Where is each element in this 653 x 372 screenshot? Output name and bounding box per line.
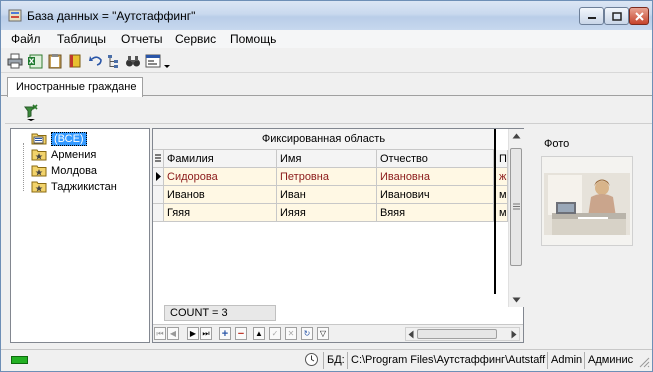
scroll-down-arrow-icon[interactable] xyxy=(512,297,521,303)
binoculars-icon[interactable] xyxy=(125,53,141,69)
column-header-first-name[interactable]: Имя xyxy=(277,150,377,168)
database-app-icon xyxy=(8,9,22,22)
photo-frame[interactable] xyxy=(541,156,633,246)
table-cell[interactable]: ж xyxy=(496,168,508,186)
scroll-right-arrow-icon[interactable] xyxy=(511,330,517,339)
clipboard-icon[interactable] xyxy=(47,53,63,69)
nav-last-icon[interactable]: ⏭ xyxy=(200,327,212,340)
menu-service[interactable]: Сервис xyxy=(175,32,216,46)
db-path: C:\Program Files\Аутстаффинг\Autstaff xyxy=(347,352,547,369)
row-indicator[interactable] xyxy=(153,204,164,222)
column-header-last-name[interactable]: Фамилия xyxy=(164,150,277,168)
nav-insert-icon[interactable]: + xyxy=(219,327,231,340)
table-cell[interactable]: м xyxy=(496,186,508,204)
folder-icon xyxy=(31,165,47,177)
main-window: База данных = "Аутстаффинг" Файл Таблицы… xyxy=(0,0,653,372)
nav-cancel-icon[interactable]: ✕ xyxy=(285,327,297,340)
table-cell[interactable]: Иван xyxy=(277,186,377,204)
table-cell[interactable]: Иванов xyxy=(164,186,277,204)
printer-icon[interactable] xyxy=(7,53,23,69)
nav-edit-icon[interactable]: ▲ xyxy=(253,327,265,340)
nav-next-icon[interactable]: ▶ xyxy=(187,327,199,340)
country-tree: (ВСЕ) Армения Молдова Таджикистан xyxy=(10,128,150,343)
nav-filter-icon[interactable]: ▽ xyxy=(317,327,329,340)
table-cell[interactable]: Петровна xyxy=(277,168,377,186)
table-cell[interactable]: Ияяя xyxy=(277,204,377,222)
close-button[interactable] xyxy=(629,7,649,25)
dropdown-arrow-icon[interactable] xyxy=(163,53,171,69)
user-role: Админис xyxy=(584,352,636,369)
scrollbar-thumb[interactable] xyxy=(510,148,522,266)
status-bar: БД: C:\Program Files\Аутстаффинг\Autstaf… xyxy=(1,349,652,371)
photo-label: Фото xyxy=(544,138,570,150)
tree-item-moldova[interactable]: Молдова xyxy=(31,163,97,178)
main-toolbar xyxy=(1,49,652,73)
horizontal-scrollbar-thumb[interactable] xyxy=(417,329,497,339)
menu-file[interactable]: Файл xyxy=(11,32,41,46)
minimize-button[interactable] xyxy=(579,7,604,25)
title-bar[interactable]: База данных = "Аутстаффинг" xyxy=(1,1,652,30)
folder-icon xyxy=(31,181,47,193)
tree-item-armenia[interactable]: Армения xyxy=(31,147,96,162)
maximize-button[interactable] xyxy=(604,7,629,25)
table-cell[interactable]: Вяяя xyxy=(377,204,494,222)
tree-item-tajikistan[interactable]: Таджикистан xyxy=(31,179,117,194)
nav-delete-icon[interactable]: − xyxy=(235,327,247,340)
row-indicator[interactable] xyxy=(153,186,164,204)
window-title: База данных = "Аутстаффинг" xyxy=(27,9,196,23)
db-label: БД: xyxy=(323,352,347,369)
excel-icon[interactable] xyxy=(27,53,43,69)
column-header-extra[interactable]: П xyxy=(496,150,508,168)
user-name: Admin xyxy=(547,352,584,369)
tree-icon[interactable] xyxy=(106,53,122,69)
tree-item-label: Молдова xyxy=(51,164,97,177)
menu-reports[interactable]: Отчеты xyxy=(121,32,162,46)
menu-help[interactable]: Помощь xyxy=(230,32,276,46)
column-header-middle-name[interactable]: Отчество xyxy=(377,150,494,168)
delete-filter-icon[interactable] xyxy=(22,103,42,121)
form-icon[interactable] xyxy=(145,53,161,69)
undo-icon[interactable] xyxy=(88,53,104,69)
record-count: COUNT = 3 xyxy=(164,305,276,321)
table-cell[interactable]: Ивановна xyxy=(377,168,494,186)
current-row-arrow-icon xyxy=(156,172,161,181)
tree-item-label: Таджикистан xyxy=(51,180,117,193)
tab-strip: Иностранные граждане xyxy=(1,74,652,97)
menu-bar: Файл Таблицы Отчеты Сервис Помощь xyxy=(1,30,652,48)
connection-indicator xyxy=(11,356,28,364)
fixed-area-divider xyxy=(494,129,496,294)
scroll-left-arrow-icon[interactable] xyxy=(408,330,414,339)
resize-grip-icon[interactable] xyxy=(638,356,650,368)
minimize-icon xyxy=(587,17,596,19)
citizens-grid: Фиксированная область Фамилия Имя Отчест… xyxy=(152,128,524,343)
tree-item-all[interactable]: (ВСЕ) xyxy=(31,131,87,146)
table-cell[interactable]: Иванович xyxy=(377,186,494,204)
fixed-area-header: Фиксированная область xyxy=(153,129,494,150)
tree-item-label: (ВСЕ) xyxy=(51,131,87,146)
row-indicator[interactable] xyxy=(153,168,164,186)
nav-first-icon[interactable]: ⏮ xyxy=(154,327,166,340)
clock-icon xyxy=(305,353,318,366)
person-photo-image xyxy=(542,157,632,245)
table-cell[interactable]: Гяяя xyxy=(164,204,277,222)
table-cell[interactable]: Сидорова xyxy=(164,168,277,186)
scroll-up-arrow-icon[interactable] xyxy=(512,133,521,139)
nav-post-icon[interactable]: ✓ xyxy=(269,327,281,340)
panel-toolbar xyxy=(5,101,652,124)
nav-prev-page-icon[interactable]: ◀ xyxy=(167,327,179,340)
book-icon[interactable] xyxy=(67,53,83,69)
grid-menu-icon[interactable] xyxy=(153,150,164,168)
tree-item-label: Армения xyxy=(51,148,97,161)
menu-tables[interactable]: Таблицы xyxy=(57,32,106,46)
open-folder-icon xyxy=(31,133,47,145)
close-icon xyxy=(634,11,644,21)
table-cell[interactable]: м xyxy=(496,204,508,222)
record-navigator: ⏮ ◀ ▶ ⏭ + − ▲ ✓ ✕ ↻ ▽ xyxy=(153,324,523,342)
grid-horizontal-scrollbar[interactable] xyxy=(405,327,520,341)
tab-foreign-citizens[interactable]: Иностранные граждане xyxy=(7,77,143,97)
nav-refresh-icon[interactable]: ↻ xyxy=(301,327,313,340)
maximize-icon xyxy=(611,11,622,21)
folder-icon xyxy=(31,149,47,161)
